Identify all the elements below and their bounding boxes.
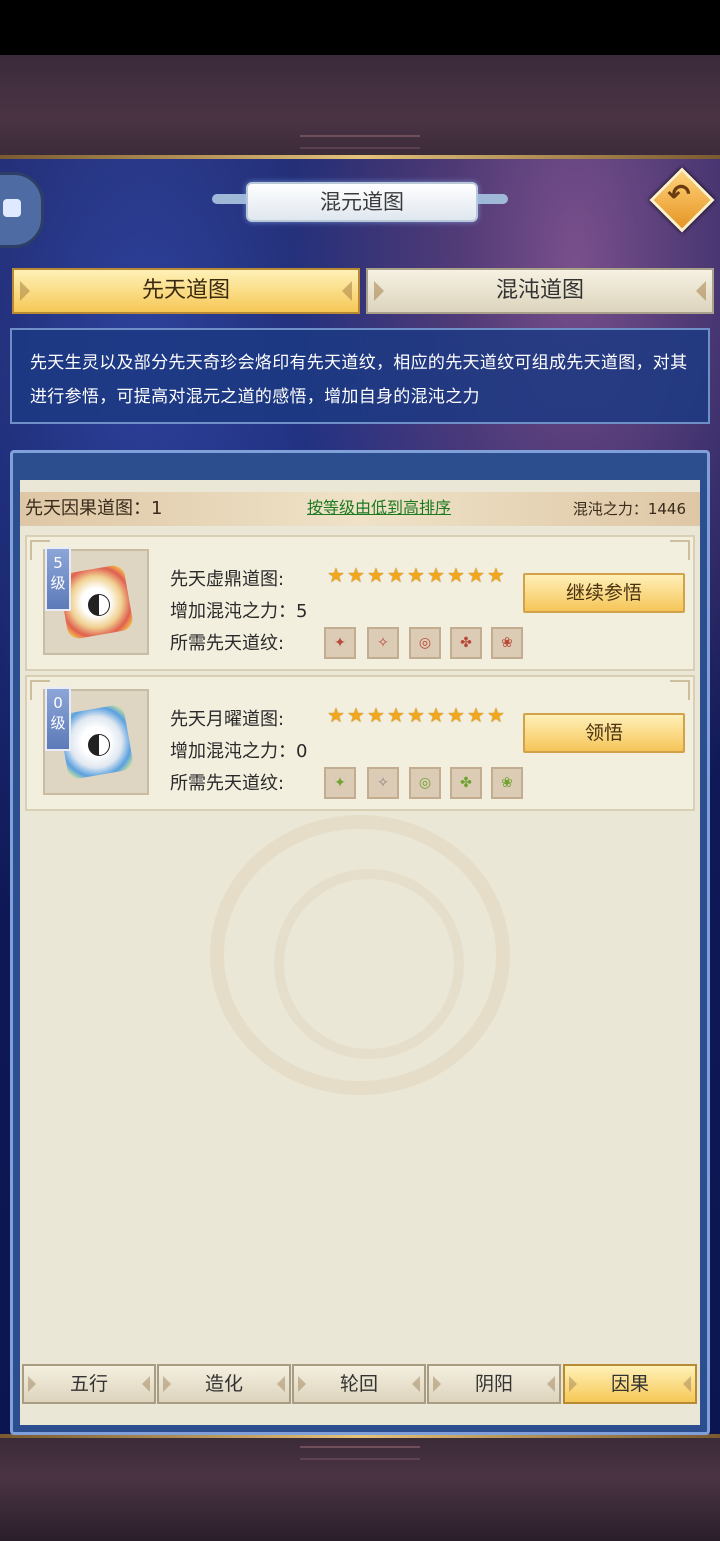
star-icon: ★ [487, 703, 505, 727]
tab-label: 造化 [204, 1373, 243, 1395]
level-number: 5 [53, 554, 63, 572]
side-drawer-button[interactable] [0, 172, 44, 248]
chevron-right-icon [342, 281, 352, 301]
star-icon: ★ [367, 703, 385, 727]
tab-yinyang[interactable]: 阴阳 [427, 1364, 561, 1404]
frame-top [0, 55, 720, 160]
level-badge: 0级 [45, 687, 71, 751]
tab-label: 五行 [69, 1373, 108, 1395]
diagram-card: 5级 先天虚鼎道图: ★ ★ ★ ★ ★ ★ ★ ★ ★ 增加混沌之力：5 所需先天道纹: ✦ … [25, 535, 695, 671]
frame-ornament [300, 135, 420, 149]
tab-zaohua[interactable]: 造化 [157, 1364, 291, 1404]
corner-ornament [670, 680, 690, 700]
tab-xiantian-daotu[interactable]: 先天道图 [12, 268, 360, 314]
rune-red-icon[interactable]: ✧ [367, 627, 399, 659]
chaos-power-total: 混沌之力：1446 [572, 500, 686, 518]
rune-red-icon[interactable]: ✤ [450, 627, 482, 659]
star-icon: ★ [467, 703, 485, 727]
level-unit: 级 [50, 574, 66, 592]
star-icon: ★ [327, 703, 345, 727]
tab-label: 因果 [610, 1373, 649, 1395]
sort-link[interactable]: 按等级由低到高排序 [307, 492, 451, 524]
title-banner: 混元道图 [212, 180, 508, 222]
chevron-left-icon [163, 1376, 171, 1392]
star-icon: ★ [367, 563, 385, 587]
tab-label: 轮回 [339, 1373, 378, 1395]
star-icon: ★ [347, 703, 365, 727]
tab-label: 混沌道图 [495, 278, 584, 303]
rune-grey-icon[interactable]: ✧ [367, 767, 399, 799]
yin-yang-icon [88, 594, 110, 616]
tab-yinguo[interactable]: 因果 [563, 1364, 697, 1404]
star-icon: ★ [327, 563, 345, 587]
diagram-card: 0级 先天月曜道图: ★ ★ ★ ★ ★ ★ ★ ★ ★ 增加混沌之力：0 所需先天道纹: ✦ … [25, 675, 695, 811]
level-number: 0 [53, 694, 63, 712]
chevron-left-icon [569, 1376, 577, 1392]
chevron-left-icon [20, 281, 30, 301]
power-bonus: 增加混沌之力：5 [170, 601, 308, 622]
star-icon: ★ [407, 563, 425, 587]
tab-lunhui[interactable]: 轮回 [292, 1364, 426, 1404]
rune-green-icon[interactable]: ✤ [450, 767, 482, 799]
chevron-right-icon [696, 281, 706, 301]
rune-red-icon[interactable]: ◎ [409, 627, 441, 659]
chevron-right-icon [547, 1376, 555, 1392]
chevron-left-icon [374, 281, 384, 301]
star-icon: ★ [427, 563, 445, 587]
star-icon: ★ [467, 563, 485, 587]
corner-ornament [670, 540, 690, 560]
chevron-left-icon [433, 1376, 441, 1392]
frame-border-top [0, 155, 720, 159]
star-icon: ★ [387, 563, 405, 587]
diagram-count: 先天因果道图：1 [25, 498, 163, 519]
comprehend-button[interactable]: 领悟 [523, 713, 685, 753]
tab-wuxing[interactable]: 五行 [22, 1364, 156, 1404]
star-icon: ★ [347, 563, 365, 587]
required-runes-label: 所需先天道纹: [170, 633, 285, 654]
tab-label: 先天道图 [141, 278, 230, 303]
star-icon: ★ [407, 703, 425, 727]
chevron-right-icon [277, 1376, 285, 1392]
star-icon: ★ [447, 703, 465, 727]
tab-label: 阴阳 [474, 1373, 513, 1395]
rune-green-icon[interactable]: ❀ [491, 767, 523, 799]
diagram-name: 先天月曜道图: [170, 709, 285, 730]
star-icon: ★ [427, 703, 445, 727]
star-rating: ★ ★ ★ ★ ★ ★ ★ ★ ★ [327, 565, 507, 587]
description-box: 先天生灵以及部分先天奇珍会烙印有先天道纹，相应的先天道纹可组成先天道图，对其进行… [10, 328, 710, 424]
frame-bottom [0, 1436, 720, 1541]
status-bar [0, 0, 720, 55]
rune-green-icon[interactable]: ◎ [409, 767, 441, 799]
diagram-name: 先天虚鼎道图: [170, 569, 285, 590]
star-rating: ★ ★ ★ ★ ★ ★ ★ ★ ★ [327, 705, 507, 727]
star-icon: ★ [387, 703, 405, 727]
chevron-left-icon [298, 1376, 306, 1392]
list-header: 先天因果道图：1 按等级由低到高排序 混沌之力：1446 [20, 492, 700, 526]
star-icon: ★ [447, 563, 465, 587]
power-bonus: 增加混沌之力：0 [170, 741, 308, 762]
star-icon: ★ [487, 563, 505, 587]
yin-yang-icon [88, 734, 110, 756]
rune-red-icon[interactable]: ❀ [491, 627, 523, 659]
page-title: 混元道图 [246, 182, 478, 222]
level-badge: 5级 [45, 547, 71, 611]
background-emblem-icon [210, 815, 510, 1095]
level-unit: 级 [50, 714, 66, 732]
rune-red-icon[interactable]: ✦ [324, 627, 356, 659]
chevron-right-icon [683, 1376, 691, 1392]
menu-icon [3, 199, 21, 217]
emblem-inner [274, 869, 464, 1059]
frame-ornament [300, 1446, 420, 1460]
continue-comprehend-button[interactable]: 继续参悟 [523, 573, 685, 613]
rune-green-icon[interactable]: ✦ [324, 767, 356, 799]
chevron-right-icon [412, 1376, 420, 1392]
back-button[interactable]: ↶ [649, 167, 715, 233]
tab-hundun-daotu[interactable]: 混沌道图 [366, 268, 714, 314]
required-runes-label: 所需先天道纹: [170, 773, 285, 794]
back-arrow-icon: ↶ [667, 178, 691, 211]
chevron-left-icon [28, 1376, 36, 1392]
chevron-right-icon [142, 1376, 150, 1392]
